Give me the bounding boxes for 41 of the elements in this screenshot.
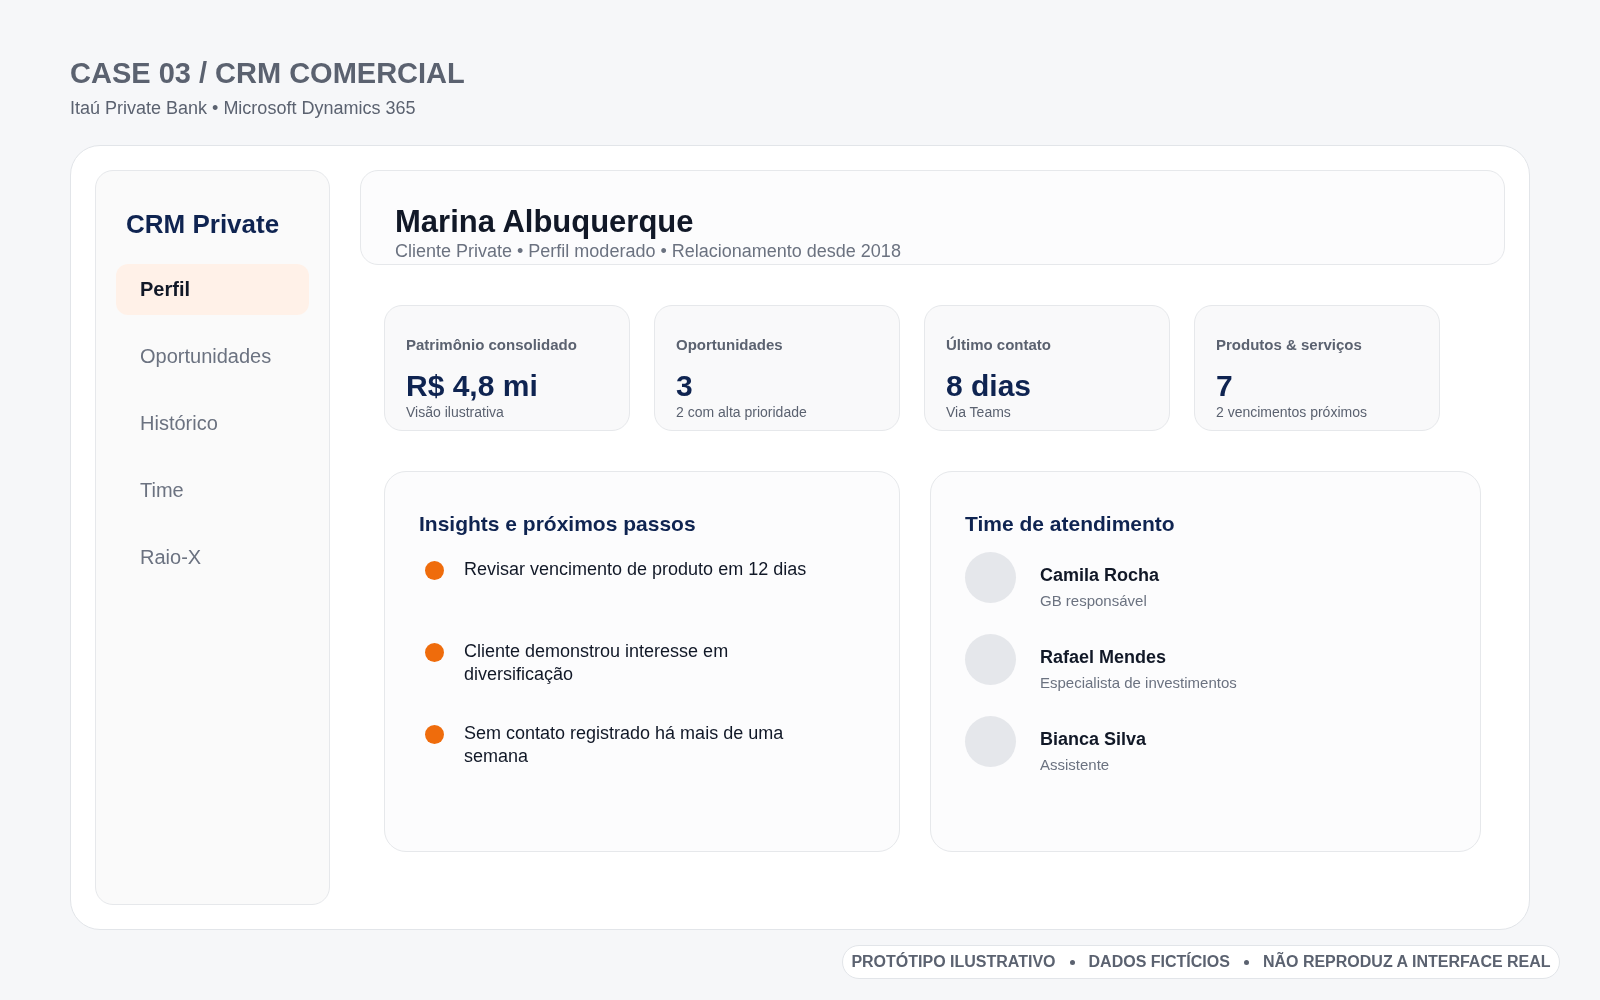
- bullet-dot-icon: [425, 561, 444, 580]
- stat-value: 7: [1216, 371, 1234, 401]
- bullet-dot-icon: [425, 725, 444, 744]
- stat-note: Via Teams: [946, 404, 1012, 420]
- stat-note: 2 com alta prioridade: [676, 404, 808, 420]
- sidebar-title: CRM Private: [126, 209, 281, 240]
- member-name: Camila Rocha: [1040, 565, 1160, 586]
- page-title: CASE 03 / CRM COMERCIAL: [70, 57, 466, 90]
- panel-title: Time de atendimento: [965, 512, 1176, 536]
- disclaimer-text: PROTÓTIPO ILUSTRATIVO: [851, 953, 1056, 971]
- separator-dot-icon: [1243, 959, 1249, 965]
- sidebar-item[interactable]: Raio-X: [116, 532, 309, 583]
- disclaimer-text: DADOS FICTÍCIOS: [1088, 953, 1230, 971]
- client-name: Marina Albuquerque: [395, 206, 695, 237]
- disclaimer-text: NÃO REPRODUZ A INTERFACE REAL: [1262, 953, 1551, 971]
- bullet-dot-icon: [425, 643, 444, 662]
- member-role: GB responsável: [1040, 592, 1148, 609]
- sidebar-item[interactable]: Histórico: [116, 398, 309, 449]
- stat-label: Último contato: [946, 336, 1052, 353]
- client-details: Cliente Private • Perfil moderado • Relacionamento desde 2018: [395, 241, 902, 262]
- stat-note: 2 vencimentos próximos: [1216, 404, 1368, 420]
- stat-value: R$ 4,8 mi: [406, 371, 539, 401]
- separator-dot-icon: [1069, 959, 1075, 965]
- stat-value: 8 dias: [946, 371, 1033, 401]
- stat-note: Visão ilustrativa: [406, 404, 505, 420]
- stat-label: Oportunidades: [676, 336, 784, 353]
- stat-label: Patrimônio consolidado: [406, 336, 578, 353]
- sidebar-item[interactable]: Time: [116, 465, 309, 516]
- member-role: Especialista de investimentos: [1040, 674, 1237, 691]
- member-name: Bianca Silva: [1040, 729, 1147, 750]
- member-role: Assistente: [1040, 756, 1111, 773]
- panel-title: Insights e próximos passos: [419, 512, 697, 536]
- insight-text: Cliente demonstrou interesse em diversificação: [464, 640, 730, 686]
- member-name: Rafael Mendes: [1040, 647, 1168, 668]
- sidebar-item[interactable]: Perfil: [116, 264, 309, 315]
- insight-text: Revisar vencimento de produto em 12 dias: [464, 558, 808, 581]
- page-subtitle: Itaú Private Bank • Microsoft Dynamics 365: [70, 98, 417, 119]
- sidebar-item[interactable]: Oportunidades: [116, 331, 309, 382]
- stat-value: 3: [676, 371, 694, 401]
- stat-label: Produtos & serviços: [1216, 336, 1363, 353]
- insight-text: Sem contato registrado há mais de uma semana: [464, 722, 785, 768]
